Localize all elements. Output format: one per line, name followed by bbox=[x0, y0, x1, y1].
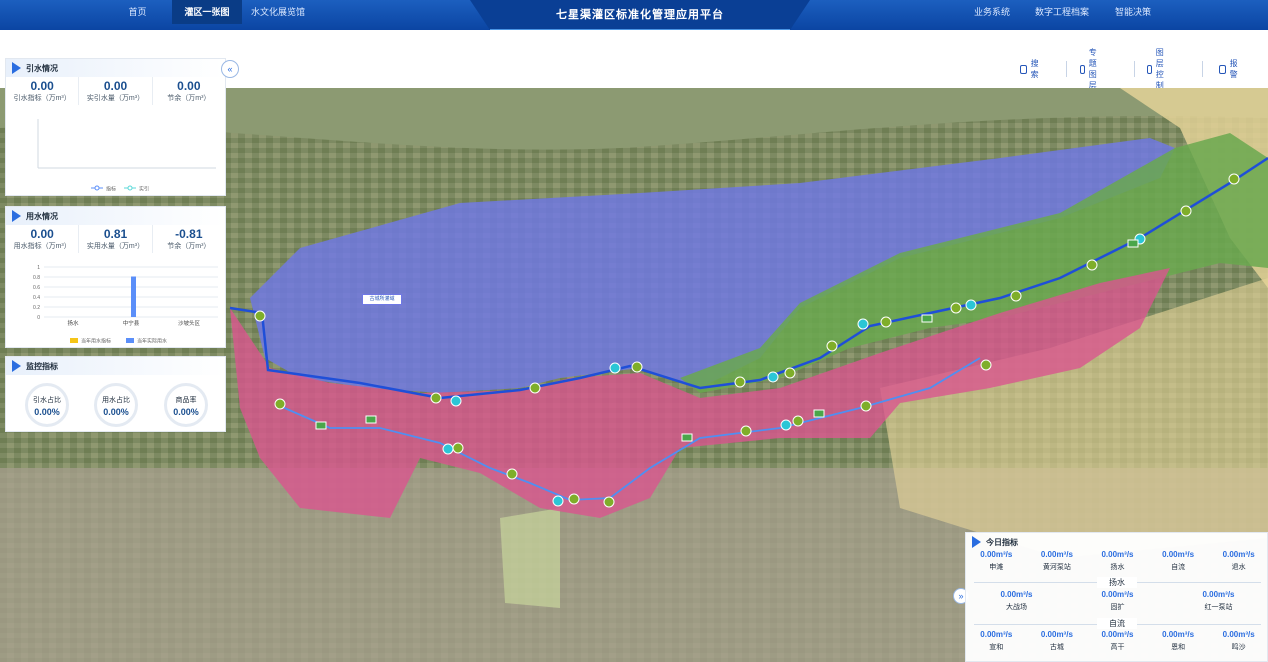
stat-intake-target: 0.00 引水指标（万m³） bbox=[6, 77, 80, 105]
play-triangle-icon bbox=[12, 210, 21, 222]
gauge-intake-ratio: 引水占比 0.00% bbox=[25, 383, 69, 427]
today-cell-yellow-river-pump: 0.00m³/s 黄河泵站 bbox=[1040, 550, 1073, 571]
stat-intake-actual: 0.00 实引水量（万m³） bbox=[79, 77, 153, 105]
top-nav-bar: 首页 灌区一张图 水文化展览馆 七星渠灌区标准化管理应用平台 业务系统 数字工程… bbox=[0, 0, 1268, 30]
section-label-gravity: 自流 bbox=[1097, 618, 1137, 629]
gauge-usage-ratio: 用水占比 0.00% bbox=[94, 383, 138, 427]
panel-intake-header: 引水情况 bbox=[6, 59, 225, 77]
stat-usage-actual: 0.81 实用水量（万m³） bbox=[79, 225, 153, 253]
legend-swatch bbox=[70, 338, 78, 343]
nav-business-system[interactable]: 业务系统 bbox=[968, 0, 1016, 24]
panel-today-title: 今日指标 bbox=[986, 537, 1018, 547]
today-cell-gucheng: 0.00m³/s 古城 bbox=[1040, 630, 1073, 651]
today-cell-mingsha: 0.00m³/s 鸣沙 bbox=[1222, 630, 1255, 651]
area-label[interactable]: 古城所灌域 bbox=[362, 294, 402, 305]
x-tick-label: 中宁县 bbox=[123, 319, 140, 327]
today-row-gravity: 0.00m³/s 宣和 0.00m³/s 古城 0.00m³/s 高干 0.00m³/… bbox=[966, 629, 1268, 653]
thematic-layer-tool[interactable]: 专题图层 bbox=[1080, 48, 1101, 90]
x-tick-label: 扬水 bbox=[67, 319, 79, 327]
today-cell-lift: 0.00m³/s 扬水 bbox=[1101, 550, 1134, 571]
panel-water-usage: 用水情况 0.00 用水指标（万m³） 0.81 实用水量（万m³） -0.81 节余… bbox=[5, 206, 226, 348]
layers-list-icon bbox=[1080, 64, 1085, 74]
toolbar-divider bbox=[1202, 61, 1203, 77]
legend-label: 当年实际用水 bbox=[137, 338, 167, 345]
bar-1-1 bbox=[131, 276, 136, 317]
title-banner: 七星渠灌区标准化管理应用平台 bbox=[470, 0, 810, 30]
toolbar-divider bbox=[1066, 61, 1067, 77]
stat-usage-target: 0.00 用水指标（万m³） bbox=[6, 225, 80, 253]
section-label-lift: 扬水 bbox=[1097, 577, 1137, 588]
nav-water-culture[interactable]: 水文化展览馆 bbox=[248, 0, 308, 24]
legend-label: 当年用水指标 bbox=[81, 338, 111, 345]
x-tick-label: 沙坡头区 bbox=[178, 319, 201, 327]
usage-stats: 0.00 用水指标（万m³） 0.81 实用水量（万m³） -0.81 节余（万m³） bbox=[6, 225, 225, 253]
y-tick-label: 0.4 bbox=[33, 295, 40, 301]
today-cell-shentan: 0.00m³/s 申滩 bbox=[980, 550, 1013, 571]
search-tool[interactable]: 搜索 bbox=[1020, 58, 1041, 80]
panel-monitor-header: 监控指标 bbox=[6, 357, 225, 375]
page-title: 七星渠灌区标准化管理应用平台 bbox=[556, 9, 724, 21]
nav-irrigation-map[interactable]: 灌区一张图 bbox=[172, 0, 242, 24]
y-tick-label: 0.2 bbox=[33, 305, 40, 311]
y-tick-label: 0.8 bbox=[33, 275, 40, 281]
nav-digital-archive[interactable]: 数字工程档案 bbox=[1032, 0, 1092, 24]
panel-water-intake: 引水情况 0.00 引水指标（万m³） 0.00 实引水量（万m³） 0.00 节余（… bbox=[5, 58, 226, 196]
today-cell-xuanhe: 0.00m³/s 宣和 bbox=[980, 630, 1013, 651]
alarm-doc-icon bbox=[1219, 64, 1226, 74]
today-row-lift: 0.00m³/s 大战场 0.00m³/s 固扩 0.00m³/s 红一泵站 bbox=[966, 589, 1268, 613]
thematic-layer-label: 专题图层 bbox=[1088, 48, 1097, 90]
panel-intake-title: 引水情况 bbox=[26, 63, 58, 73]
panel-monitor-title: 监控指标 bbox=[26, 361, 58, 371]
legend-target-dot bbox=[94, 185, 100, 191]
intake-line-chart: 指标 实引 bbox=[37, 119, 216, 193]
panel-monitoring: 监控指标 引水占比 0.00% 用水占比 0.00% 商品率 0.00% bbox=[5, 356, 226, 432]
toolbar-divider bbox=[1134, 61, 1135, 77]
legend-target-label: 指标 bbox=[106, 186, 116, 193]
y-tick-label: 0.6 bbox=[33, 285, 40, 291]
legend-swatch bbox=[126, 338, 134, 343]
search-tool-label: 搜索 bbox=[1030, 59, 1039, 79]
intake-stats: 0.00 引水指标（万m³） 0.00 实引水量（万m³） 0.00 节余（万m³） bbox=[6, 77, 225, 105]
nav-smart-decision[interactable]: 智能决策 bbox=[1108, 0, 1158, 24]
today-cell-gukuo: 0.00m³/s 固扩 bbox=[1101, 590, 1134, 611]
y-tick-label: 0 bbox=[37, 315, 40, 321]
panel-today-indicators: 今日指标 0.00m³/s 申滩 0.00m³/s 黄河泵站 0.00m³/s 扬水 … bbox=[965, 532, 1268, 662]
gauge-commodity-rate: 商品率 0.00% bbox=[164, 383, 208, 427]
today-cell-hongyi-pump: 0.00m³/s 红一泵站 bbox=[1202, 590, 1235, 611]
nav-home[interactable]: 首页 bbox=[110, 0, 165, 24]
today-cell-drain: 0.00m³/s 退水 bbox=[1222, 550, 1255, 571]
today-cell-enhe: 0.00m³/s 恩和 bbox=[1162, 630, 1195, 651]
y-tick-label: 1 bbox=[37, 265, 40, 271]
search-icon bbox=[1020, 64, 1027, 74]
stat-intake-surplus: 0.00 节余（万m³） bbox=[167, 79, 211, 102]
layer-control-tool[interactable]: 图层控制 bbox=[1147, 48, 1168, 90]
today-cell-gravity: 0.00m³/s 自流 bbox=[1162, 550, 1195, 571]
usage-bar-chart: 0 0.2 0.4 0.6 0.8 1 扬水 中宁县 沙坡头区当年用水指标 当年实际用水 bbox=[33, 265, 218, 345]
panel-usage-title: 用水情况 bbox=[26, 211, 58, 221]
legend-actual-dot bbox=[127, 185, 133, 191]
alarm-tool[interactable]: 报警 bbox=[1219, 58, 1240, 80]
today-cell-dazhanchang: 0.00m³/s 大战场 bbox=[1000, 590, 1033, 611]
play-triangle-icon bbox=[972, 536, 981, 548]
alarm-tool-label: 报警 bbox=[1229, 59, 1238, 79]
legend-actual-label: 实引 bbox=[139, 186, 149, 193]
play-triangle-icon bbox=[12, 360, 21, 372]
today-cell-gaogan: 0.00m³/s 高干 bbox=[1101, 630, 1134, 651]
stat-usage-surplus: -0.81 节余（万m³） bbox=[167, 227, 211, 250]
today-row-main: 0.00m³/s 申滩 0.00m³/s 黄河泵站 0.00m³/s 扬水 0.00m… bbox=[966, 549, 1268, 573]
layer-control-label: 图层控制 bbox=[1155, 48, 1164, 90]
collapse-panel-button[interactable]: « bbox=[221, 60, 239, 78]
play-triangle-icon bbox=[12, 62, 21, 74]
panel-usage-header: 用水情况 bbox=[6, 207, 225, 225]
zone-yellow-green-south bbox=[500, 508, 560, 608]
layer-stack-icon bbox=[1147, 64, 1152, 74]
